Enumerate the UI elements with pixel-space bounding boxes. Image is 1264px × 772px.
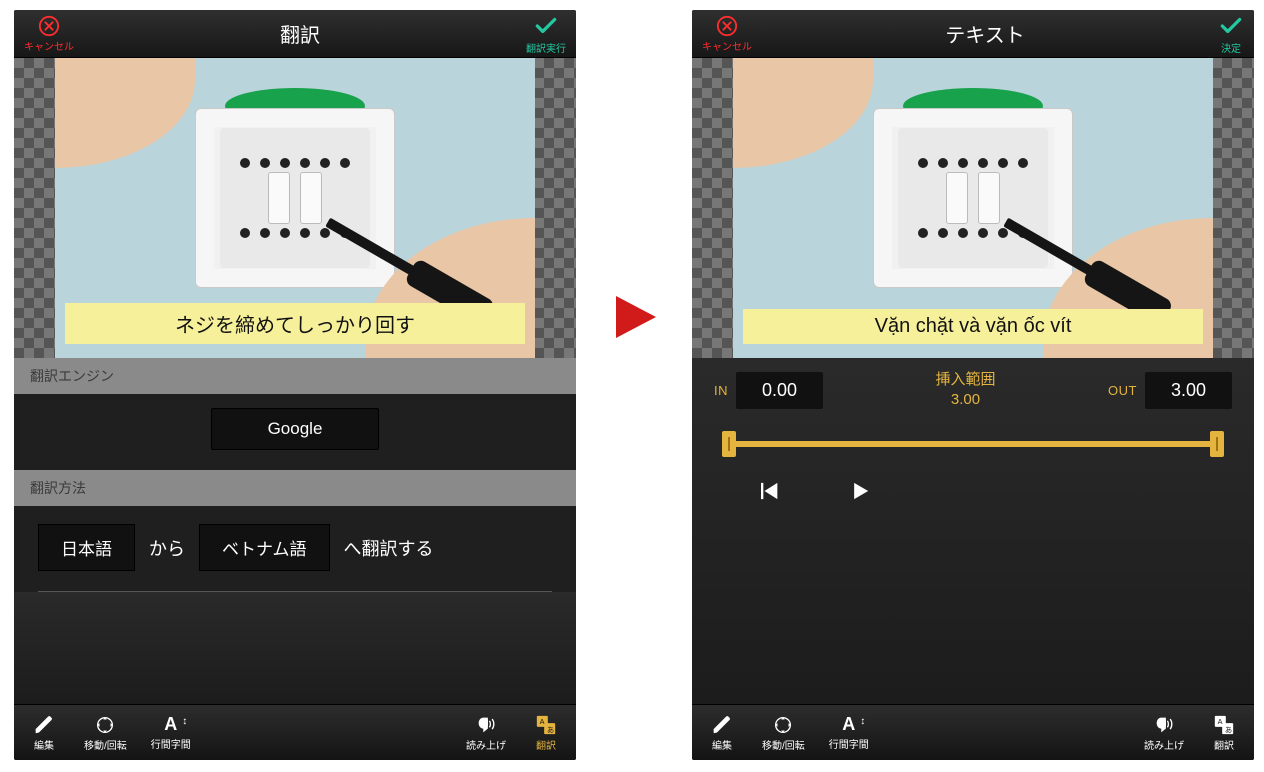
page-title: テキスト xyxy=(945,19,1024,48)
svg-text:あ: あ xyxy=(547,725,554,734)
speak-icon xyxy=(475,714,497,736)
video-frame: Vặn chặt và vặn ốc vít xyxy=(733,58,1213,358)
play-controls xyxy=(714,477,1232,505)
pencil-icon xyxy=(33,714,55,736)
to-particle: へ翻訳する xyxy=(344,535,434,561)
cancel-button[interactable]: キャンセル xyxy=(702,15,752,53)
caption-right: Vặn chặt và vặn ốc vít xyxy=(743,309,1203,344)
confirm-label: 決定 xyxy=(1221,40,1241,55)
cancel-label: キャンセル xyxy=(24,38,74,53)
pane-text: キャンセル テキスト 決定 xyxy=(692,10,1254,760)
move-rotate-icon xyxy=(772,714,794,736)
toolbar-edit[interactable]: 編集 xyxy=(698,712,746,754)
move-rotate-icon xyxy=(94,714,116,736)
line-spacing-icon: A↕ xyxy=(842,714,855,735)
toolbar-move-label: 移動/回転 xyxy=(84,737,127,752)
confirm-label: 翻訳実行 xyxy=(526,40,566,55)
toolbar: 編集 移動/回転 A↕ 行間字間 読み上げ Aあ 翻訳 xyxy=(692,704,1254,760)
toolbar: 編集 移動/回転 A↕ 行間字間 読み上げ Aあ 翻訳 xyxy=(14,704,576,760)
toolbar-speak[interactable]: 読み上げ xyxy=(1136,712,1192,754)
pane-translate: キャンセル 翻訳 翻訳実行 xyxy=(14,10,576,760)
range-title: 挿入範囲 xyxy=(936,370,996,390)
skip-start-icon[interactable] xyxy=(754,477,782,505)
from-particle: から xyxy=(149,535,185,561)
toolbar-edit-label: 編集 xyxy=(712,737,732,752)
out-label: OUT xyxy=(1108,383,1137,398)
confirm-button[interactable]: 決定 xyxy=(1218,13,1244,55)
translate-icon: Aあ xyxy=(1213,714,1235,736)
toolbar-right: 読み上げ Aあ 翻訳 xyxy=(458,712,570,754)
range-value: 3.00 xyxy=(936,390,996,410)
toolbar-speak[interactable]: 読み上げ xyxy=(458,712,514,754)
close-circle-icon xyxy=(38,15,60,40)
toolbar-translate[interactable]: Aあ 翻訳 xyxy=(522,712,570,754)
slider-handle-out[interactable] xyxy=(1210,431,1224,457)
toolbar-kerning-label: 行間字間 xyxy=(151,736,191,751)
svg-text:A: A xyxy=(1218,717,1223,726)
range-mid: 挿入範囲 3.00 xyxy=(936,370,996,411)
right-body: IN 0.00 挿入範囲 3.00 OUT 3.00 xyxy=(692,358,1254,704)
cancel-button[interactable]: キャンセル xyxy=(24,15,74,53)
in-label: IN xyxy=(714,383,728,398)
toolbar-left: 編集 移動/回転 A↕ 行間字間 xyxy=(20,712,199,754)
svg-text:A: A xyxy=(540,717,545,726)
in-group: IN 0.00 xyxy=(714,372,823,409)
toolbar-left: 編集 移動/回転 A↕ 行間字間 xyxy=(698,712,877,754)
toolbar-translate-label: 翻訳 xyxy=(1214,737,1234,752)
from-language-select[interactable]: 日本語 xyxy=(38,524,135,571)
toolbar-kerning[interactable]: A↕ 行間字間 xyxy=(143,712,199,754)
section-method-label: 翻訳方法 xyxy=(14,470,576,506)
engine-select[interactable]: Google xyxy=(211,408,380,450)
cancel-label: キャンセル xyxy=(702,38,752,53)
video-frame: ネジを締めてしっかり回す xyxy=(55,58,535,358)
in-value[interactable]: 0.00 xyxy=(736,372,823,409)
toolbar-kerning[interactable]: A↕ 行間字間 xyxy=(821,712,877,754)
method-row: 日本語 から ベトナム語 へ翻訳する xyxy=(14,506,576,581)
caption-left: ネジを締めてしっかり回す xyxy=(65,303,525,344)
toolbar-edit-label: 編集 xyxy=(34,737,54,752)
left-fill xyxy=(14,592,576,704)
play-icon[interactable] xyxy=(846,477,874,505)
translate-icon: Aあ xyxy=(535,714,557,736)
arrow-icon xyxy=(608,290,662,344)
header: キャンセル テキスト 決定 xyxy=(692,10,1254,58)
toolbar-move-label: 移動/回転 xyxy=(762,737,805,752)
toolbar-right: 読み上げ Aあ 翻訳 xyxy=(1136,712,1248,754)
toolbar-kerning-label: 行間字間 xyxy=(829,736,869,751)
check-icon xyxy=(533,13,559,42)
confirm-button[interactable]: 翻訳実行 xyxy=(526,13,566,55)
svg-text:あ: あ xyxy=(1225,725,1232,734)
header: キャンセル 翻訳 翻訳実行 xyxy=(14,10,576,58)
speak-icon xyxy=(1153,714,1175,736)
section-engine-label: 翻訳エンジン xyxy=(14,358,576,394)
out-value[interactable]: 3.00 xyxy=(1145,372,1232,409)
slider-handle-in[interactable] xyxy=(722,431,736,457)
range-head: IN 0.00 挿入範囲 3.00 OUT 3.00 xyxy=(714,370,1232,411)
pencil-icon xyxy=(711,714,733,736)
toolbar-move[interactable]: 移動/回転 xyxy=(76,712,135,754)
line-spacing-icon: A↕ xyxy=(164,714,177,735)
video-preview: ネジを締めてしっかり回す xyxy=(14,58,576,358)
toolbar-move[interactable]: 移動/回転 xyxy=(754,712,813,754)
range-slider[interactable] xyxy=(714,431,1232,457)
video-preview: Vặn chặt và vặn ốc vít xyxy=(692,58,1254,358)
engine-row: Google xyxy=(14,394,576,470)
toolbar-edit[interactable]: 編集 xyxy=(20,712,68,754)
page-title: 翻訳 xyxy=(280,19,320,48)
out-group: OUT 3.00 xyxy=(1108,372,1232,409)
toolbar-translate-label: 翻訳 xyxy=(536,737,556,752)
to-language-select[interactable]: ベトナム語 xyxy=(199,524,330,571)
toolbar-translate[interactable]: Aあ 翻訳 xyxy=(1200,712,1248,754)
slider-track xyxy=(726,441,1220,447)
toolbar-speak-label: 読み上げ xyxy=(466,737,506,752)
check-icon xyxy=(1218,13,1244,42)
close-circle-icon xyxy=(716,15,738,40)
toolbar-speak-label: 読み上げ xyxy=(1144,737,1184,752)
